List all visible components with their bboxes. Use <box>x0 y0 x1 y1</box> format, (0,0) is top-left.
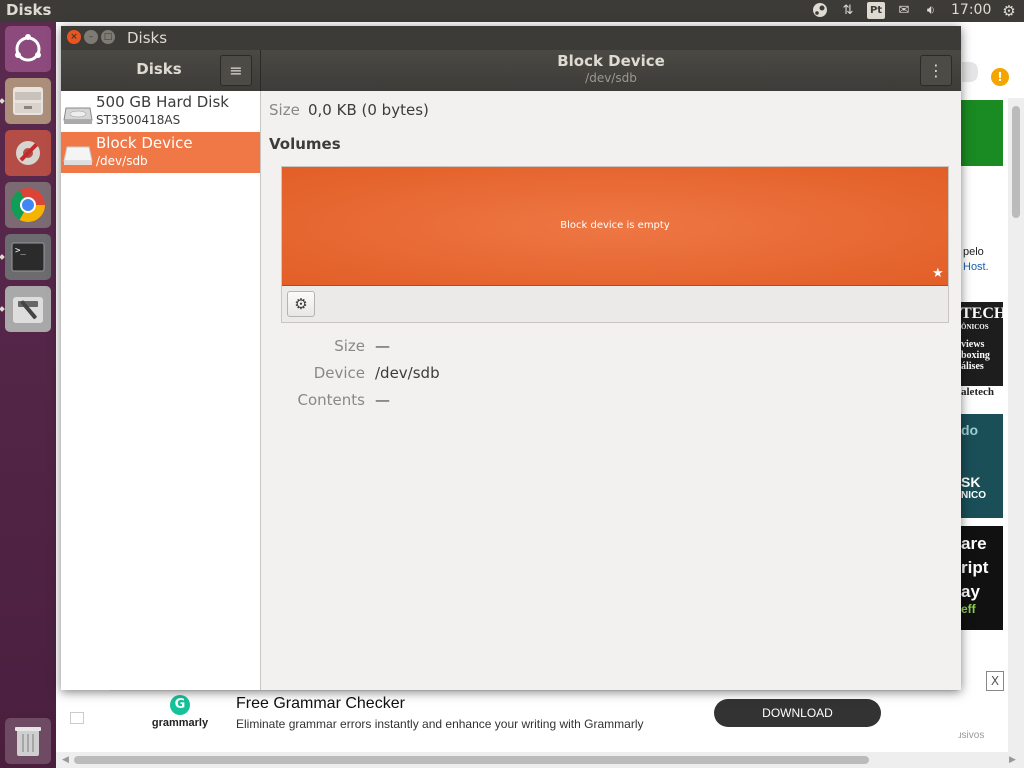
block-device-icon <box>63 146 93 165</box>
horizontal-scrollbar-thumb[interactable] <box>74 756 869 764</box>
main-header: Block Device /dev/sdb ⋮ <box>261 50 961 91</box>
side-text-aletech: aletech <box>961 386 1003 406</box>
star-icon: ★ <box>932 266 944 281</box>
device-subtitle: /dev/sdb <box>585 71 637 85</box>
device-model: ST3500418AS <box>96 113 181 127</box>
trash-icon[interactable] <box>5 718 51 764</box>
top-panel: Disks ⇅ Pt ✉ 🔉︎ 17:00 ⚙ <box>0 0 1024 22</box>
device-title: Block Device <box>557 52 665 70</box>
side-text-usivos: usivos <box>956 730 985 741</box>
ad-close-button[interactable]: X <box>986 671 1004 691</box>
side-banner-green <box>961 100 1003 166</box>
side-text-block: pelo Host. <box>963 246 989 273</box>
mail-icon[interactable]: ✉ <box>893 2 915 20</box>
terminal-icon[interactable]: >_ <box>5 234 51 280</box>
volume-bar[interactable]: Block device is empty ★ <box>282 167 948 286</box>
hamburger-menu-icon: ≡ <box>229 61 243 80</box>
field-label-device: Device <box>313 364 365 382</box>
device-list: 500 GB Hard Disk ST3500418AS Block Devic… <box>61 91 261 690</box>
ad-description: Eliminate grammar errors instantly and e… <box>236 717 644 731</box>
warning-icon[interactable]: ! <box>991 68 1009 86</box>
ad-brand: grammarly <box>151 717 209 729</box>
disks-icon[interactable] <box>5 286 51 332</box>
size-label: Size <box>269 101 300 119</box>
steam-icon[interactable] <box>809 2 831 20</box>
side-banner-teal: do SK NICO <box>961 414 1003 518</box>
side-banner-dark: are ript ay eff <box>961 526 1003 630</box>
grammarly-ad-banner[interactable]: G grammarly Free Grammar Checker Elimina… <box>110 690 958 750</box>
ad-headline[interactable]: Free Grammar Checker <box>236 695 405 713</box>
device-name: Block Device <box>96 134 193 152</box>
device-details: Size 0,0 KB (0 bytes) Volumes Block devi… <box>262 91 961 690</box>
field-label-contents: Contents <box>297 391 365 409</box>
drive-options-button[interactable]: ⋮ <box>920 55 952 86</box>
keyboard-layout-icon[interactable]: Pt <box>867 2 885 19</box>
device-item-block-device[interactable]: Block Device /dev/sdb <box>61 132 260 173</box>
field-value-device: /dev/sdb <box>375 364 440 382</box>
volume-bar-label: Block device is empty <box>560 220 670 231</box>
window-title: Disks <box>127 29 168 47</box>
clock[interactable]: 17:00 <box>951 2 991 18</box>
partition-options-button[interactable]: ⚙ <box>287 291 315 317</box>
volumes-heading: Volumes <box>269 135 341 153</box>
grammarly-logo-icon: G <box>170 695 190 715</box>
vertical-scrollbar[interactable] <box>1008 98 1024 752</box>
vertical-scrollbar-thumb[interactable] <box>1012 106 1020 218</box>
disks-window: × – □ Disks Disks ≡ Block Device /dev/sd… <box>61 26 961 690</box>
scroll-right-icon[interactable]: ▶ <box>1009 755 1016 765</box>
scroll-left-icon[interactable]: ◀ <box>62 755 69 765</box>
field-value-contents: — <box>375 391 390 409</box>
app-menu-button[interactable]: ≡ <box>220 55 252 86</box>
size-value: 0,0 KB (0 bytes) <box>308 101 429 119</box>
maximize-icon[interactable]: □ <box>101 30 115 44</box>
window-titlebar[interactable]: × – □ Disks <box>61 26 961 50</box>
grammarly-logo: G grammarly <box>150 695 210 729</box>
download-button[interactable]: DOWNLOAD <box>714 699 881 727</box>
field-label-size: Size <box>334 337 365 355</box>
folder-icon <box>70 712 84 724</box>
device-name: 500 GB Hard Disk <box>96 93 229 111</box>
launcher: >_ <box>0 22 56 768</box>
hard-disk-icon <box>63 107 93 124</box>
active-app-title: Disks <box>6 1 52 19</box>
volumes-panel: Block device is empty ★ ⚙ <box>281 166 949 323</box>
field-value-size: — <box>375 337 390 355</box>
vertical-dots-icon: ⋮ <box>928 61 944 80</box>
volume-icon[interactable]: 🔉︎ <box>920 2 942 20</box>
device-item-hard-disk[interactable]: 500 GB Hard Disk ST3500418AS <box>61 91 260 132</box>
sidebar-header: Disks ≡ <box>61 50 261 91</box>
close-icon[interactable]: × <box>67 30 81 44</box>
svg-text:>_: >_ <box>15 246 26 256</box>
browser-address-bar-end <box>962 62 978 82</box>
network-arrows-icon[interactable]: ⇅ <box>837 2 859 20</box>
files-icon[interactable] <box>5 78 51 124</box>
horizontal-scrollbar[interactable]: ◀ ▶ <box>56 752 1024 768</box>
gear-icon[interactable]: ⚙ <box>998 2 1020 20</box>
ubuntu-dash-icon[interactable] <box>5 26 51 72</box>
device-path: /dev/sdb <box>96 154 148 168</box>
gears-icon: ⚙ <box>294 295 308 313</box>
system-settings-icon[interactable] <box>5 130 51 176</box>
chrome-icon[interactable] <box>5 182 51 228</box>
minimize-icon[interactable]: – <box>84 30 98 44</box>
